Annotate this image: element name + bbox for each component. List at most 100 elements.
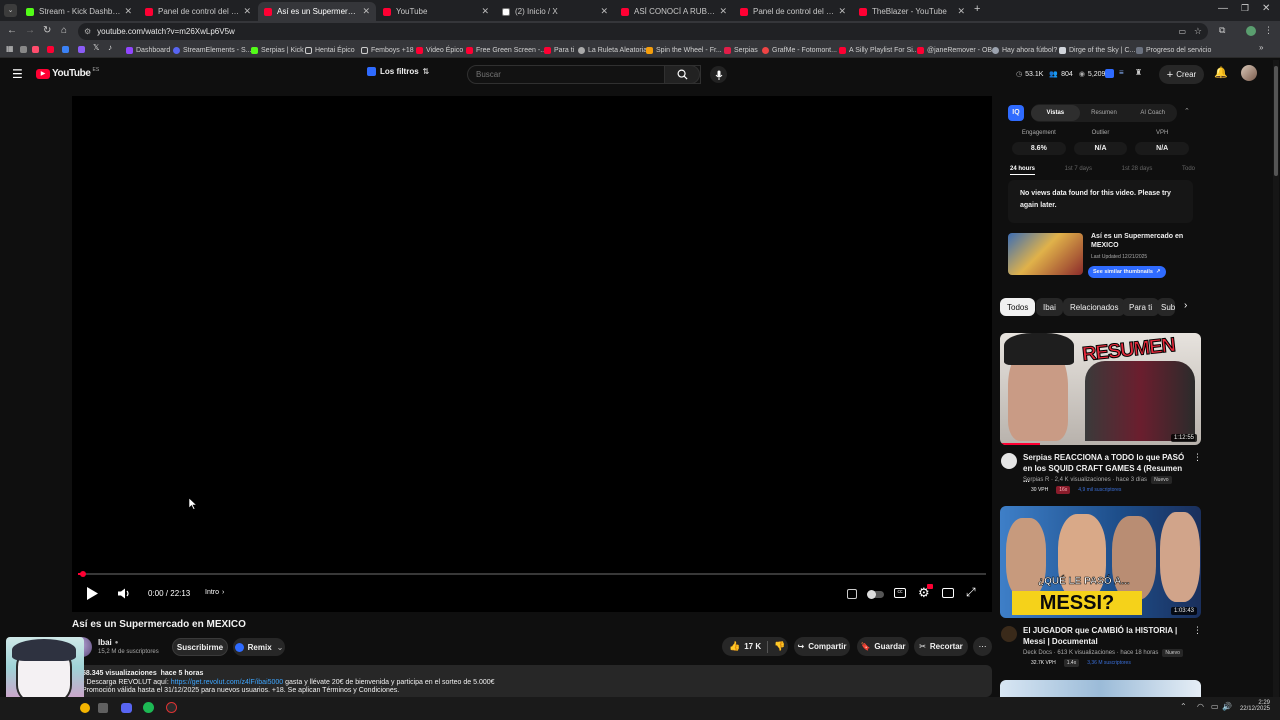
chip-for-you[interactable]: Para ti: [1122, 298, 1160, 316]
channel-avatar[interactable]: [1001, 453, 1017, 469]
bookmark-icon[interactable]: [32, 46, 39, 53]
range-28d[interactable]: 1st 28 days: [1122, 166, 1153, 175]
close-icon[interactable]: ✕: [124, 6, 132, 17]
search-button[interactable]: [664, 65, 700, 84]
range-24h[interactable]: 24 hours: [1010, 166, 1036, 175]
vidiq-icon[interactable]: [1105, 69, 1114, 78]
browser-tab-active[interactable]: Así es un Supermercado en ME✕: [258, 2, 376, 21]
close-icon[interactable]: ✕: [957, 6, 965, 17]
recommendation-thumbnail-partial[interactable]: [1000, 680, 1201, 697]
description-box[interactable]: 58.345 visualizaciones hace 5 horas ▪ De…: [72, 665, 992, 697]
chip-related[interactable]: Relacionados: [1063, 298, 1126, 316]
voice-search-button[interactable]: [710, 66, 727, 83]
browser-tab[interactable]: Panel de control del canal - Yo✕: [139, 2, 257, 21]
range-7d[interactable]: 1st 7 days: [1065, 166, 1092, 175]
vidiq-tab-views[interactable]: Vistas: [1031, 105, 1080, 121]
taskbar-spotify-icon[interactable]: [143, 702, 154, 713]
channel-avatar[interactable]: [1001, 626, 1017, 642]
browser-tab[interactable]: TheBlazer - YouTube ✕: [853, 2, 971, 21]
subscribe-button[interactable]: Suscribirme: [172, 638, 228, 656]
like-button[interactable]: 👍 17 K: [729, 641, 761, 652]
new-tab-icon[interactable]: +: [974, 3, 980, 15]
bookmark-item[interactable]: @janeRemover - OB...: [917, 44, 998, 56]
site-info-icon[interactable]: ⚙: [84, 27, 91, 36]
fullscreen-icon[interactable]: ⤢: [966, 585, 976, 600]
taskbar-app-icon[interactable]: [98, 703, 108, 713]
bookmark-streamelements[interactable]: StreamElements - S...: [173, 44, 251, 56]
system-clock[interactable]: 2:29 22/12/2025: [1236, 700, 1270, 712]
minimize-icon[interactable]: —: [1218, 3, 1228, 14]
bookmark-x-icon[interactable]: 𝕏: [93, 43, 99, 52]
bookmark-serpias-kick[interactable]: Serpias | Kick: [251, 44, 304, 56]
dislike-button[interactable]: 👎: [774, 641, 785, 652]
save-button[interactable]: 🔖 Guardar: [857, 637, 909, 656]
taskbar-app-icon[interactable]: [80, 703, 90, 713]
create-button[interactable]: + Crear: [1159, 65, 1204, 84]
bookmark-icon[interactable]: [78, 46, 85, 53]
bookmark-item[interactable]: A Silly Playlist For Si...: [839, 44, 919, 56]
avatar[interactable]: [1241, 65, 1257, 81]
browser-tab[interactable]: (2) Inicio / X ✕: [496, 2, 614, 21]
subtitles-icon[interactable]: cc: [894, 588, 906, 598]
bookmark-item[interactable]: Dirge of the Sky | C...: [1059, 44, 1135, 56]
window-close-icon[interactable]: ✕: [1262, 3, 1270, 14]
bookmark-icon[interactable]: [62, 46, 69, 53]
address-field[interactable]: ⚙ youtube.com/watch?v=m26XwLp6V5w ☆ ▭: [78, 23, 1208, 40]
see-similar-thumbnails-button[interactable]: See similar thumbnails ↗: [1088, 266, 1166, 278]
remix-button[interactable]: Remix ⌄: [233, 638, 285, 656]
scrollbar-thumb[interactable]: [1274, 66, 1278, 176]
search-box[interactable]: [467, 65, 701, 84]
install-icon[interactable]: ▭: [1178, 27, 1186, 36]
notifications-bell-icon[interactable]: 🔔: [1214, 66, 1228, 79]
bookmark-item[interactable]: Video Épico: [416, 44, 463, 56]
range-all[interactable]: Todo: [1182, 166, 1195, 175]
trophy-icon[interactable]: ♜: [1135, 68, 1142, 77]
more-vertical-icon[interactable]: ⋮: [1193, 452, 1202, 463]
chip-all[interactable]: Todos: [1000, 298, 1036, 316]
revolut-link[interactable]: https://get.revolut.com/z4lF/ibai5000: [171, 679, 283, 686]
maximize-icon[interactable]: ❐: [1241, 3, 1249, 14]
share-button[interactable]: ↪ Compartir: [794, 637, 850, 656]
close-icon[interactable]: ✕: [600, 6, 608, 17]
channel-name[interactable]: Ibai ●: [98, 638, 118, 647]
vidiq-thumbnail[interactable]: [1008, 233, 1083, 275]
bookmark-star-icon[interactable]: ☆: [1194, 26, 1202, 37]
bookmark-item[interactable]: Serpias: [724, 44, 758, 56]
bookmark-icon[interactable]: [47, 46, 54, 53]
collapse-chevron-icon[interactable]: ⌃: [1184, 107, 1190, 115]
extensions-icon[interactable]: ⧉: [1219, 25, 1225, 36]
bookmarks-overflow-icon[interactable]: »: [1259, 43, 1263, 52]
browser-tab[interactable]: ASÍ CONOCÍ A RUBIUS Y AURO✕: [615, 2, 733, 21]
vidiq-logo-icon[interactable]: IQ: [1008, 105, 1024, 121]
video-thumbnail[interactable]: ¿QUÉ LE PASÓ A... MESSI? 1:03:43: [1000, 506, 1201, 618]
vidiq-player-icon[interactable]: [847, 589, 857, 599]
apps-icon[interactable]: ▦: [6, 44, 14, 53]
chip-ibai[interactable]: Ibai: [1036, 298, 1063, 316]
recommendation-item[interactable]: RESUMEN 1:12:55 Serpias REACCIONA a TODO…: [1000, 333, 1202, 495]
bookmark-item[interactable]: Free Green Screen -...: [466, 44, 546, 56]
bookmark-item[interactable]: Spin the Wheel - Fr...: [646, 44, 722, 56]
home-icon[interactable]: ⌂: [61, 25, 67, 36]
bookmark-item[interactable]: La Ruleta Aleatoria: [578, 44, 647, 56]
video-player[interactable]: 0:00 / 22:13 Intro › cc ⚙ ⤢: [72, 96, 992, 612]
bookmark-item[interactable]: Progreso del servicio: [1136, 44, 1211, 56]
back-icon[interactable]: ←: [7, 25, 17, 36]
vidiq-tab-summary[interactable]: Resumen: [1080, 110, 1129, 116]
tray-monitor-icon[interactable]: ▭: [1211, 702, 1219, 711]
video-thumbnail[interactable]: RESUMEN 1:12:55: [1000, 333, 1201, 445]
chapter-button[interactable]: Intro ›: [205, 589, 224, 596]
chip-subscriptions[interactable]: Sub: [1157, 298, 1175, 316]
browser-tab[interactable]: Stream - Kick Dashboard ✕: [20, 2, 138, 21]
taskbar-obs-icon[interactable]: [166, 702, 177, 713]
vidiq-tab-ai-coach[interactable]: AI Coach: [1128, 110, 1177, 116]
more-actions-button[interactable]: ⋯: [973, 637, 992, 656]
close-icon[interactable]: ✕: [838, 6, 846, 17]
browser-tab[interactable]: YouTube ✕: [377, 2, 495, 21]
recommendation-item[interactable]: ¿QUÉ LE PASÓ A... MESSI? 1:03:43 El JUGA…: [1000, 506, 1202, 668]
search-input[interactable]: [476, 70, 656, 79]
bookmark-tiktok-icon[interactable]: ♪: [108, 43, 112, 52]
youtube-logo[interactable]: ▶ YouTube ES: [36, 67, 99, 79]
tab-search-icon[interactable]: ⌄: [4, 4, 17, 17]
miniplayer-icon[interactable]: [942, 588, 954, 598]
bars-icon[interactable]: ≡: [1119, 68, 1124, 77]
